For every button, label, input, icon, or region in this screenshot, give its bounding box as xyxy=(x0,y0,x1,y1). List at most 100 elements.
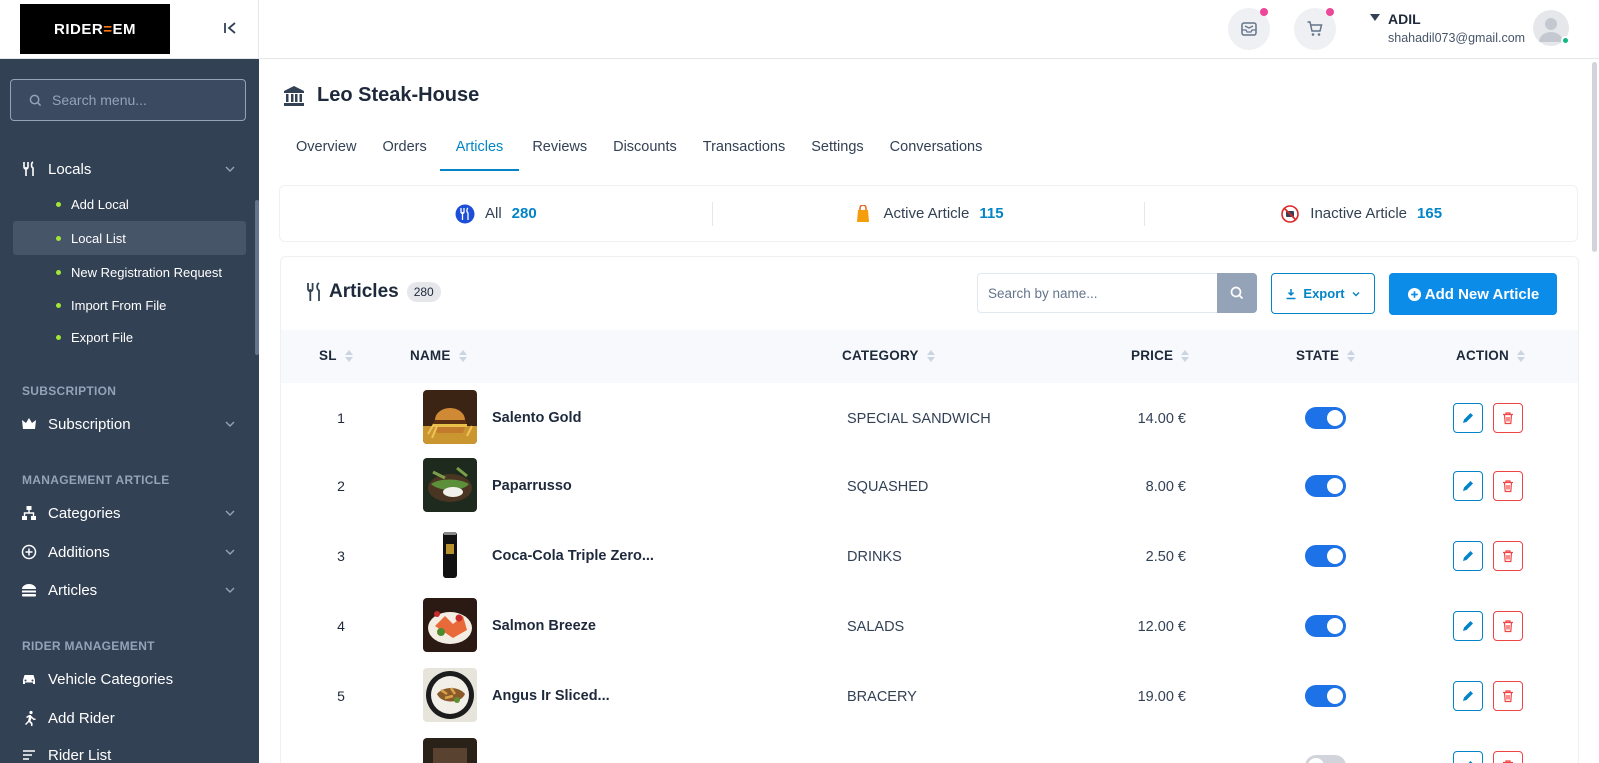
column-header-name[interactable]: NAME xyxy=(410,348,467,363)
article-price: 2.50 € xyxy=(1145,549,1186,565)
article-name[interactable]: Paparrusso xyxy=(492,478,572,494)
sidebar-search[interactable] xyxy=(10,79,246,121)
article-category: SQUASHED xyxy=(847,479,929,495)
add-new-article-button[interactable]: Add New Article xyxy=(1389,273,1557,315)
table-row[interactable] xyxy=(281,731,1578,763)
brand-area: RIDER = EM xyxy=(0,0,259,59)
column-header-action[interactable]: ACTION xyxy=(1456,348,1525,363)
sidebar-item-import-file[interactable]: Import From File xyxy=(13,288,246,322)
table-row[interactable]: 1 Salento Gold SPECIAL SANDWICH 14.00 € xyxy=(281,383,1578,452)
sidebar-item-export-file[interactable]: Export File xyxy=(13,320,246,354)
pencil-icon xyxy=(1463,481,1473,491)
user-name[interactable]: ADIL xyxy=(1388,11,1421,27)
state-toggle[interactable] xyxy=(1305,755,1346,763)
pencil-icon xyxy=(1463,551,1473,561)
delete-button[interactable] xyxy=(1493,751,1523,763)
user-menu-caret-icon[interactable] xyxy=(1370,14,1380,21)
page-scrollbar[interactable] xyxy=(1592,62,1597,252)
sidebar-item-articles[interactable]: Articles xyxy=(20,578,235,602)
article-name[interactable]: Salmon Breeze xyxy=(492,618,596,634)
table-row[interactable]: 3 Coca-Cola Triple Zero... DRINKS 2.50 € xyxy=(281,521,1578,590)
edit-button[interactable] xyxy=(1453,751,1483,763)
article-stats: All 280 Active Article 115 Inactive Arti… xyxy=(279,185,1578,242)
tab-orders[interactable]: Orders xyxy=(369,127,439,171)
state-toggle[interactable] xyxy=(1305,545,1346,567)
article-search[interactable] xyxy=(977,273,1217,313)
messages-button[interactable] xyxy=(1228,8,1270,50)
state-toggle[interactable] xyxy=(1305,407,1346,429)
hierarchy-icon xyxy=(20,504,38,522)
sidebar-item-add-local[interactable]: Add Local xyxy=(13,187,246,221)
column-header-state[interactable]: STATE xyxy=(1296,348,1356,363)
state-toggle[interactable] xyxy=(1305,475,1346,497)
tab-settings[interactable]: Settings xyxy=(798,127,876,171)
cart-button[interactable] xyxy=(1294,8,1336,50)
tab-overview[interactable]: Overview xyxy=(283,127,369,171)
article-name[interactable]: Angus Ir Sliced... xyxy=(492,688,610,704)
sidebar-item-categories[interactable]: Categories xyxy=(20,501,235,525)
food-bag-icon xyxy=(853,204,873,224)
rider-em-logo[interactable]: RIDER = EM xyxy=(20,4,170,54)
article-name[interactable]: Coca-Cola Triple Zero... xyxy=(492,548,654,564)
table-row[interactable]: 2 Paparrusso SQUASHED 8.00 € xyxy=(281,451,1578,520)
column-header-price[interactable]: PRICE xyxy=(1131,348,1190,363)
search-button[interactable] xyxy=(1217,273,1257,313)
article-search-input[interactable] xyxy=(988,285,1208,301)
tab-reviews[interactable]: Reviews xyxy=(519,127,600,171)
table-row[interactable]: 4 Salmon Breeze SALADS 12.00 € xyxy=(281,591,1578,660)
list-icon xyxy=(20,746,38,763)
delete-button[interactable] xyxy=(1493,541,1523,571)
tab-articles[interactable]: Articles xyxy=(439,127,520,171)
table-row[interactable]: 5 Angus Ir Sliced... BRACERY 19.00 € xyxy=(281,661,1578,730)
no-food-icon xyxy=(1280,204,1300,224)
article-category: DRINKS xyxy=(847,549,902,565)
collapse-sidebar-icon[interactable] xyxy=(220,18,240,38)
sidebar-search-input[interactable] xyxy=(52,92,232,108)
plus-circle-icon xyxy=(1407,287,1421,301)
articles-card: Articles 280 Export Add New Article SL N… xyxy=(280,256,1579,763)
topbar: ADIL shahadil073@gmail.com xyxy=(259,0,1599,59)
tab-conversations[interactable]: Conversations xyxy=(877,127,996,171)
sidebar-scrollbar[interactable] xyxy=(255,200,259,355)
column-header-sl[interactable]: SL xyxy=(319,348,353,363)
sidebar-item-subscription[interactable]: Subscription xyxy=(20,412,235,436)
sidebar-item-local-list[interactable]: Local List xyxy=(13,221,246,255)
row-sl: 1 xyxy=(337,410,345,426)
download-icon xyxy=(1286,288,1296,299)
tab-transactions[interactable]: Transactions xyxy=(690,127,798,171)
delete-button[interactable] xyxy=(1493,403,1523,433)
export-button[interactable]: Export xyxy=(1271,273,1375,314)
sort-icon xyxy=(1516,349,1525,362)
table-header: SL NAME CATEGORY PRICE STATE ACTION xyxy=(281,330,1578,383)
pencil-icon xyxy=(1463,621,1473,631)
edit-button[interactable] xyxy=(1453,471,1483,501)
tab-discounts[interactable]: Discounts xyxy=(600,127,690,171)
sidebar-item-additions[interactable]: Additions xyxy=(20,540,235,564)
state-toggle[interactable] xyxy=(1305,615,1346,637)
column-header-category[interactable]: CATEGORY xyxy=(842,348,935,363)
edit-button[interactable] xyxy=(1453,611,1483,641)
articles-header: Articles 280 xyxy=(305,281,441,303)
chevron-down-icon xyxy=(225,510,235,516)
edit-button[interactable] xyxy=(1453,681,1483,711)
delete-button[interactable] xyxy=(1493,611,1523,641)
chevron-down-icon xyxy=(1352,291,1360,296)
sidebar-item-locals[interactable]: Locals xyxy=(20,157,235,181)
stat-inactive-article[interactable]: Inactive Article 165 xyxy=(1144,201,1577,226)
delete-button[interactable] xyxy=(1493,471,1523,501)
state-toggle[interactable] xyxy=(1305,685,1346,707)
sidebar-item-add-rider[interactable]: Add Rider xyxy=(20,706,115,730)
sidebar-item-rider-list[interactable]: Rider List xyxy=(20,743,111,763)
stat-active-article[interactable]: Active Article 115 xyxy=(711,201,1145,226)
sort-icon xyxy=(1347,349,1356,362)
plus-circle-icon xyxy=(20,543,38,561)
stat-all[interactable]: All 280 xyxy=(280,202,712,226)
pencil-icon xyxy=(1468,761,1473,763)
edit-button[interactable] xyxy=(1453,541,1483,571)
article-name[interactable]: Salento Gold xyxy=(492,410,581,426)
edit-button[interactable] xyxy=(1453,403,1483,433)
article-image-sandwich xyxy=(423,458,477,512)
sidebar-item-new-registration[interactable]: New Registration Request xyxy=(13,255,246,289)
delete-button[interactable] xyxy=(1493,681,1523,711)
sidebar-item-vehicle-categories[interactable]: Vehicle Categories xyxy=(20,667,173,691)
